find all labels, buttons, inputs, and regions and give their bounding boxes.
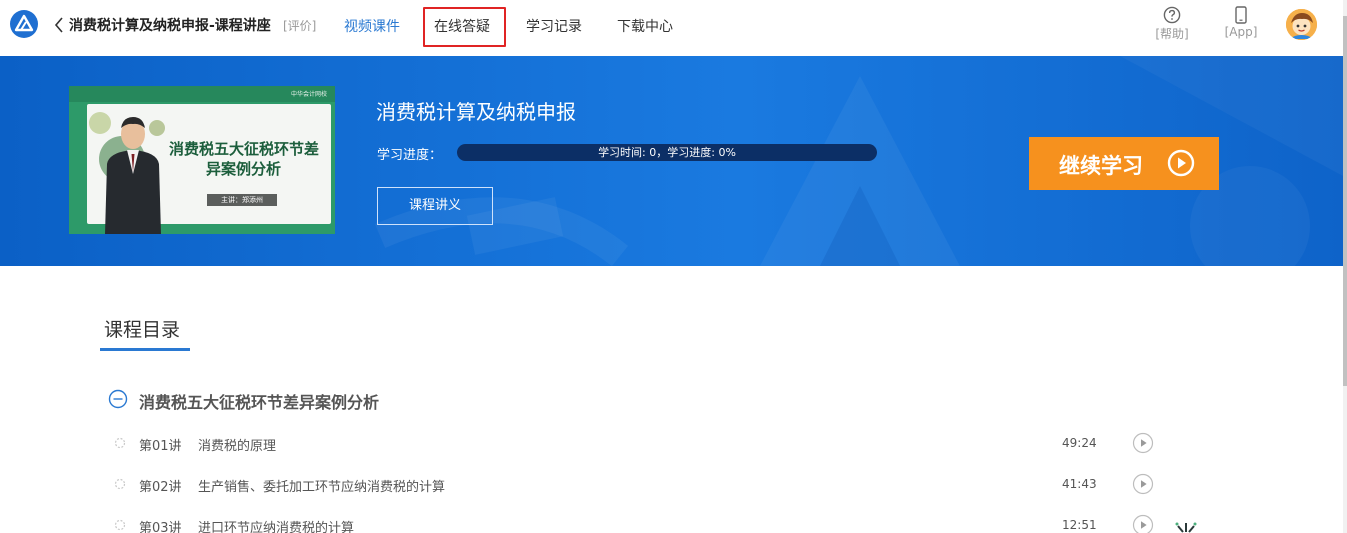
app-button[interactable]: [App] xyxy=(1221,6,1261,39)
lecture-number: 第03讲 xyxy=(139,521,182,533)
lecture-duration: 41:43 xyxy=(1062,477,1097,491)
lecture-duration: 49:24 xyxy=(1062,436,1097,450)
mobile-phone-icon xyxy=(1235,6,1247,24)
continue-learning-button[interactable]: 继续学习 xyxy=(1029,137,1219,190)
course-handout-button[interactable]: 课程讲义 xyxy=(377,187,493,225)
help-label: [帮助] xyxy=(1155,27,1189,41)
course-banner: 中华会计网校 消费税五大征税环节差 异案例分析 主讲：郑添州 消费税计算及纳税申… xyxy=(0,56,1343,266)
thumbnail-speaker-label: 主讲：郑添州 xyxy=(207,194,277,206)
banner-course-title: 消费税计算及纳税申报 xyxy=(376,100,576,124)
study-progress-bar: 学习时间: 0，学习进度: 0% xyxy=(457,144,877,161)
page-scrollbar[interactable] xyxy=(1343,0,1347,533)
lecturer-figure xyxy=(105,117,161,234)
play-icon[interactable] xyxy=(1132,432,1154,454)
lecture-name: 生产销售、委托加工环节应纳消费税的计算 xyxy=(198,480,446,495)
user-avatar[interactable] xyxy=(1286,9,1317,40)
lecture-row[interactable]: 第03讲 进口环节应纳消费税的计算 12:51 xyxy=(110,514,1160,533)
progress-status-text: 学习时间: 0，学习进度: 0% xyxy=(598,146,736,159)
thumbnail-brand-text: 中华会计网校 xyxy=(291,91,328,98)
play-icon[interactable] xyxy=(1132,514,1154,533)
play-icon[interactable] xyxy=(1132,473,1154,495)
collapse-minus-icon[interactable] xyxy=(108,389,128,409)
lecture-duration: 12:51 xyxy=(1062,518,1097,532)
course-video-thumbnail[interactable]: 中华会计网校 消费税五大征税环节差 异案例分析 主讲：郑添州 xyxy=(69,86,335,234)
progress-label: 学习进度： xyxy=(377,148,443,163)
site-logo-icon[interactable] xyxy=(10,10,38,38)
tab-video-courseware[interactable]: 视频课件 xyxy=(344,16,400,36)
app-label: [App] xyxy=(1224,25,1258,39)
catalog-heading: 课程目录 xyxy=(104,319,181,341)
loading-sparkle-icon xyxy=(1175,522,1197,533)
lecture-status-icon xyxy=(114,437,126,449)
thumbnail-title-line1: 消费税五大征税环节差 xyxy=(169,140,320,158)
lecture-row[interactable]: 第02讲 生产销售、委托加工环节应纳消费税的计算 41:43 xyxy=(110,473,1160,495)
continue-learning-label: 继续学习 xyxy=(1059,154,1143,178)
chapter-title: 消费税五大征税环节差异案例分析 xyxy=(139,393,380,412)
lecture-status-icon xyxy=(114,519,126,531)
lecture-number: 第01讲 xyxy=(139,439,182,454)
scrollbar-thumb[interactable] xyxy=(1343,16,1347,386)
play-circle-icon xyxy=(1167,149,1195,177)
lecture-status-icon xyxy=(114,478,126,490)
lecture-row[interactable]: 第01讲 消费税的原理 49:24 xyxy=(110,432,1160,454)
tab-highlight-box xyxy=(423,7,506,47)
back-chevron-icon[interactable] xyxy=(52,14,68,36)
help-icon xyxy=(1163,6,1181,24)
help-button[interactable]: [帮助] xyxy=(1152,6,1192,42)
lecture-number: 第02讲 xyxy=(139,480,182,495)
lecture-name: 进口环节应纳消费税的计算 xyxy=(198,521,355,533)
top-navigation-bar: 消费税计算及纳税申报-课程讲座 [评价] 视频课件 在线答疑 学习记录 下载中心… xyxy=(0,0,1347,56)
thumbnail-title-line2: 异案例分析 xyxy=(206,160,282,178)
catalog-heading-underline xyxy=(100,348,190,351)
lecture-name: 消费税的原理 xyxy=(198,439,277,454)
tab-download-center[interactable]: 下载中心 xyxy=(617,16,673,36)
tab-study-record[interactable]: 学习记录 xyxy=(526,16,582,36)
course-title: 消费税计算及纳税申报-课程讲座 xyxy=(69,18,271,34)
rate-course-link[interactable]: [评价] xyxy=(283,17,316,34)
